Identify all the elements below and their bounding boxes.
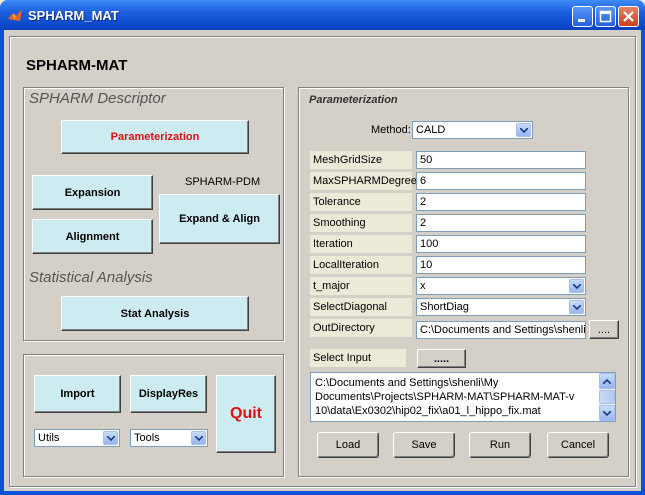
chevron-down-icon[interactable] xyxy=(569,300,584,314)
client-area: SPHARM-MAT SPHARM Descriptor Parameteriz… xyxy=(4,30,641,491)
parameterization-panel-title: Parameterization xyxy=(309,94,398,106)
run-button[interactable]: Run xyxy=(469,432,531,458)
scroll-down-button[interactable] xyxy=(599,405,615,421)
scroll-up-button[interactable] xyxy=(599,373,615,389)
parameterization-button[interactable]: Parameterization xyxy=(61,120,249,154)
chevron-down-icon xyxy=(603,410,611,416)
tolerance-input[interactable]: 2 xyxy=(416,193,586,211)
application-window: SPHARM_MAT SPHARM-MAT SPHARM Descriptor … xyxy=(0,0,645,495)
localiteration-input[interactable]: 10 xyxy=(416,256,586,274)
close-icon xyxy=(623,11,634,22)
quit-button[interactable]: Quit xyxy=(216,375,276,453)
chevron-down-icon[interactable] xyxy=(191,431,206,445)
selectdiagonal-label: SelectDiagonal xyxy=(310,298,412,316)
select-input-button[interactable]: ..... xyxy=(417,349,466,368)
spharm-pdm-label: SPHARM-PDM xyxy=(185,176,261,188)
chevron-down-icon[interactable] xyxy=(516,123,531,137)
tools-dropdown[interactable]: Tools xyxy=(130,429,208,447)
parameterization-panel: Parameterization Method: CALD MeshGridSi… xyxy=(298,87,629,477)
window-title: SPHARM_MAT xyxy=(28,8,119,23)
chevron-down-icon[interactable] xyxy=(103,431,118,445)
import-button[interactable]: Import xyxy=(34,375,121,413)
save-button[interactable]: Save xyxy=(393,432,455,458)
expand-align-button[interactable]: Expand & Align xyxy=(159,194,280,244)
chevron-up-icon xyxy=(603,378,611,384)
cancel-button[interactable]: Cancel xyxy=(547,432,609,458)
maximize-icon xyxy=(599,10,612,23)
expansion-button[interactable]: Expansion xyxy=(32,175,153,210)
tolerance-label: Tolerance xyxy=(310,193,412,211)
descriptor-panel: SPHARM Descriptor Parameterization SPHAR… xyxy=(23,87,284,341)
maxspharmdegree-label: MaxSPHARMDegree xyxy=(310,172,417,190)
tools-dropdown-value: Tools xyxy=(134,432,160,444)
method-label: Method: xyxy=(371,124,411,136)
list-item: 10\data\Ex0302\hip02_fix\a01_l_hippo_fix… xyxy=(315,405,541,417)
iteration-input[interactable]: 100 xyxy=(416,235,586,253)
utils-dropdown[interactable]: Utils xyxy=(34,429,120,447)
app-title: SPHARM-MAT xyxy=(26,57,128,74)
select-input-label: Select Input xyxy=(310,349,406,367)
input-file-text: C:\Documents and Settings\shenli\My Docu… xyxy=(315,376,595,418)
minimize-button[interactable] xyxy=(572,6,593,27)
displayres-button[interactable]: DisplayRes xyxy=(130,375,207,413)
scroll-thumb[interactable] xyxy=(599,390,615,404)
statistical-analysis-title: Statistical Analysis xyxy=(29,269,153,286)
t-major-dropdown-value: x xyxy=(420,280,426,292)
list-item: C:\Documents and Settings\shenli\My xyxy=(315,377,499,389)
selectdiagonal-dropdown[interactable]: ShortDiag xyxy=(416,298,586,316)
vertical-scrollbar[interactable] xyxy=(599,373,615,421)
smoothing-input[interactable]: 2 xyxy=(416,214,586,232)
outdirectory-input[interactable]: C:\Documents and Settings\shenli\My xyxy=(416,321,586,339)
chevron-down-icon[interactable] xyxy=(569,279,584,293)
close-button[interactable] xyxy=(618,6,639,27)
load-button[interactable]: Load xyxy=(317,432,379,458)
matlab-icon xyxy=(8,9,22,21)
localiteration-label: LocalIteration xyxy=(310,256,412,274)
stat-analysis-button[interactable]: Stat Analysis xyxy=(61,296,249,331)
tools-panel: Import DisplayRes Quit Utils Tools xyxy=(23,354,284,477)
alignment-button[interactable]: Alignment xyxy=(32,219,153,254)
utils-dropdown-value: Utils xyxy=(38,432,60,444)
title-bar[interactable]: SPHARM_MAT xyxy=(0,0,645,30)
outdirectory-browse-button[interactable]: .... xyxy=(589,320,619,339)
outdirectory-label: OutDirectory xyxy=(310,319,412,337)
method-dropdown-value: CALD xyxy=(416,124,446,136)
minimize-icon xyxy=(578,19,585,22)
selectdiagonal-dropdown-value: ShortDiag xyxy=(420,301,469,313)
t-major-dropdown[interactable]: x xyxy=(416,277,586,295)
meshgridsize-input[interactable]: 50 xyxy=(416,151,586,169)
maximize-button[interactable] xyxy=(595,6,616,27)
method-dropdown[interactable]: CALD xyxy=(412,121,533,139)
main-frame: SPHARM-MAT SPHARM Descriptor Parameteriz… xyxy=(9,36,636,487)
t-major-label: t_major xyxy=(310,277,412,295)
maxspharmdegree-input[interactable]: 6 xyxy=(416,172,586,190)
meshgridsize-label: MeshGridSize xyxy=(310,151,412,169)
iteration-label: Iteration xyxy=(310,235,412,253)
list-item: Documents\Projects\SPHARM-MAT\SPHARM-MAT… xyxy=(315,391,575,403)
smoothing-label: Smoothing xyxy=(310,214,412,232)
descriptor-title: SPHARM Descriptor xyxy=(29,90,166,107)
input-file-list[interactable]: C:\Documents and Settings\shenli\My Docu… xyxy=(310,372,616,422)
